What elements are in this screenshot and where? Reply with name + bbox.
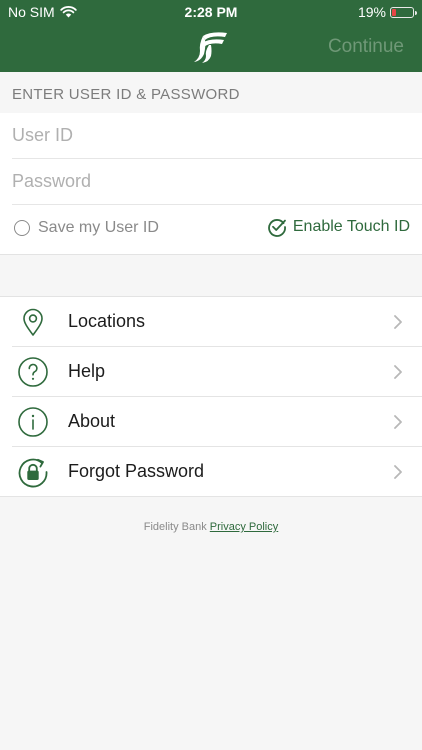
- app-header: No SIM 2:28 PM 19% Continue: [0, 0, 422, 72]
- save-user-id-toggle[interactable]: Save my User ID: [14, 219, 159, 237]
- menu-divider: [0, 496, 422, 497]
- battery-icon: [390, 6, 417, 18]
- enable-touch-id-label: Enable Touch ID: [292, 218, 410, 235]
- menu-item-label: Forgot Password: [68, 461, 205, 481]
- radio-unchecked-icon: [14, 220, 30, 236]
- user-id-input[interactable]: [12, 113, 410, 157]
- password-row: [0, 159, 422, 205]
- battery-level-fill: [392, 8, 396, 16]
- info-circle-icon: [18, 407, 48, 437]
- status-bar: No SIM 2:28 PM 19%: [0, 0, 422, 24]
- menu-list: Locations Help About Forgot Password: [0, 296, 422, 497]
- menu-item-label: Locations: [68, 311, 146, 331]
- battery-percent: 19%: [357, 4, 386, 20]
- location-pin-icon: [23, 308, 43, 336]
- footer: Fidelity Bank Privacy Policy: [0, 521, 422, 533]
- menu-item-about[interactable]: About: [0, 397, 422, 447]
- menu-item-label: Help: [68, 361, 106, 381]
- status-right: 19%: [357, 4, 417, 20]
- footer-bank-name: Fidelity Bank: [143, 521, 207, 533]
- menu-item-locations[interactable]: Locations: [0, 297, 422, 347]
- question-circle-icon: [18, 357, 48, 387]
- chevron-right-icon: [394, 465, 402, 479]
- login-options-row: Save my User ID Enable Touch ID: [0, 205, 422, 253]
- login-form: Save my User ID Enable Touch ID: [0, 113, 422, 255]
- menu-item-help[interactable]: Help: [0, 347, 422, 397]
- lock-refresh-icon: [18, 458, 48, 488]
- fidelity-bank-logo-icon: [194, 32, 227, 63]
- menu-item-forgot-password[interactable]: Forgot Password: [0, 447, 422, 497]
- chevron-right-icon: [394, 415, 402, 429]
- login-section-header: ENTER USER ID & PASSWORD: [12, 86, 240, 103]
- check-circle-icon: [268, 219, 286, 237]
- privacy-policy-link[interactable]: Privacy Policy: [210, 521, 278, 533]
- chevron-right-icon: [394, 315, 402, 329]
- chevron-right-icon: [394, 365, 402, 379]
- save-user-id-label: Save my User ID: [38, 219, 159, 236]
- user-id-row: [0, 113, 422, 159]
- menu-item-label: About: [68, 411, 116, 431]
- password-input[interactable]: [12, 159, 410, 203]
- continue-button[interactable]: Continue: [328, 36, 404, 58]
- enable-touch-id-toggle[interactable]: Enable Touch ID: [267, 217, 410, 237]
